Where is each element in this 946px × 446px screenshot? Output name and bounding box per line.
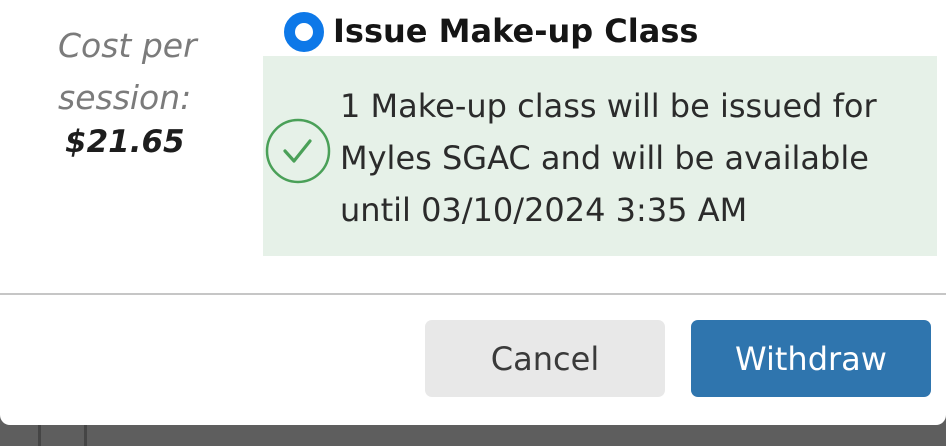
footer-divider [0, 293, 946, 295]
check-circle-icon [265, 118, 331, 184]
cancel-button[interactable]: Cancel [425, 320, 665, 397]
makeup-notice-message: 1 Make-up class will be issued for Myles… [340, 87, 877, 229]
modal-backdrop [0, 424, 946, 446]
cost-per-session: Cost per session: [58, 20, 248, 124]
makeup-notice: 1 Make-up class will be issued for Myles… [263, 56, 937, 256]
backdrop-divider [84, 424, 87, 446]
withdraw-dialog: Cost per session: $21.65 Issue Make-up C… [0, 0, 946, 425]
backdrop-divider [38, 424, 41, 446]
cost-per-session-value: $21.65 [65, 124, 185, 160]
issue-makeup-label[interactable]: Issue Make-up Class [333, 8, 698, 54]
issue-makeup-radio[interactable] [284, 12, 324, 52]
cost-per-session-label: Cost per session: [58, 26, 197, 117]
withdraw-button[interactable]: Withdraw [691, 320, 931, 397]
